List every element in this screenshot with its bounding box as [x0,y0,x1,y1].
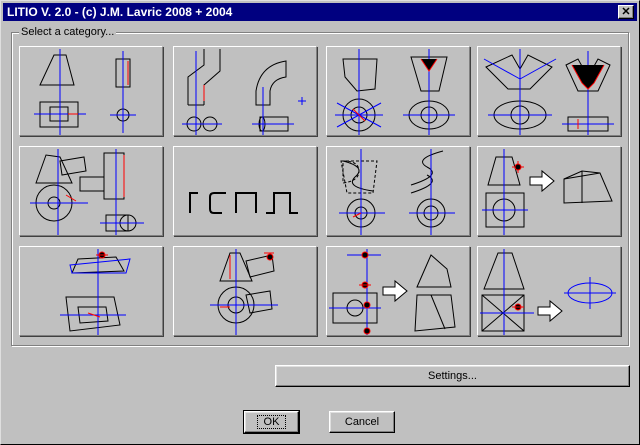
tile-8-drawing [482,149,613,235]
ok-label: OK [256,415,287,429]
tile-3-drawing [335,49,455,135]
tile-4-drawing [483,49,614,135]
tile-11-drawing [329,249,456,335]
category-tile-11[interactable] [326,246,470,336]
settings-button[interactable]: Settings... [275,365,630,387]
category-tile-8[interactable] [477,146,621,236]
tile-6-drawing [189,192,298,214]
category-tile-9[interactable] [19,246,163,336]
title-bar[interactable]: LITIO V. 2.0 - (c) J.M. Lavric 2008 + 20… [3,3,637,21]
category-tile-5[interactable] [19,146,163,236]
tile-12-drawing [480,249,616,335]
ok-button[interactable]: OK [243,410,300,434]
tile-9-drawing [60,249,131,335]
cancel-label: Cancel [344,416,380,428]
group-label: Select a category... [19,26,117,38]
category-tile-4[interactable] [477,46,621,136]
category-tile-1[interactable] [19,46,163,136]
window-title: LITIO V. 2.0 - (c) J.M. Lavric 2008 + 20… [7,5,233,19]
settings-label: Settings... [428,370,477,382]
category-tile-2[interactable] [173,46,317,136]
tile-10-drawing [210,249,278,335]
tile-5-drawing [30,149,144,235]
tile-2-drawing [182,49,306,135]
cancel-button[interactable]: Cancel [329,411,395,433]
tile-7-drawing [339,149,455,235]
category-tile-3[interactable] [326,46,470,136]
category-tile-10[interactable] [173,246,317,336]
category-tile-7[interactable] [326,146,470,236]
close-icon[interactable]: ✕ [618,5,634,19]
category-tile-6[interactable] [173,146,317,236]
category-tile-12[interactable] [477,246,621,336]
tile-1-drawing [34,49,136,135]
